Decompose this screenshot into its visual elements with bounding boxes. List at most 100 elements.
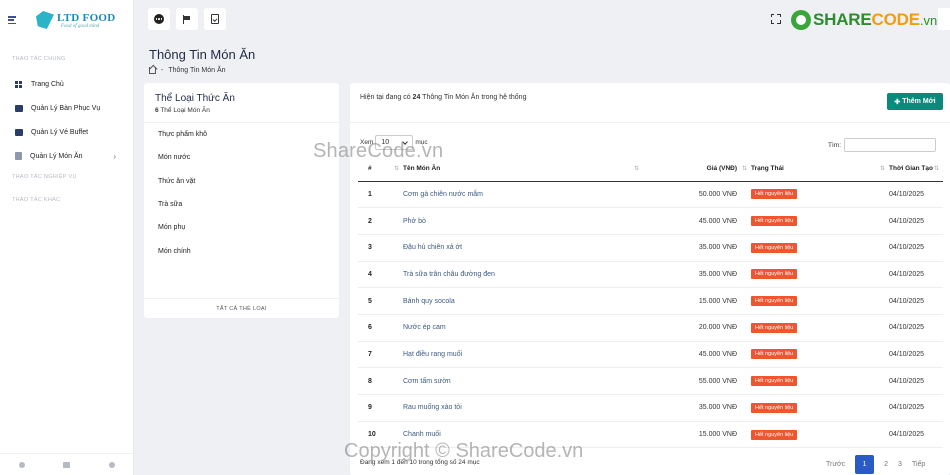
pagination: Trước 1 2 3 Tiếp [821, 455, 930, 474]
cell-name[interactable]: Rau muống xào tỏi [403, 394, 643, 422]
home-icon[interactable] [149, 67, 156, 74]
cell-no: 1 [358, 181, 403, 209]
plus-icon: ✚ [894, 98, 903, 106]
column-status[interactable]: Trạng Thái ⇅ [751, 156, 889, 182]
sidebar-item-tables[interactable]: Quản Lý Bàn Phục Vụ [0, 96, 133, 120]
column-created[interactable]: Thời Gian Tạo ⇅ [889, 156, 943, 182]
watermark-logo: SHARECODE .vn [791, 10, 937, 30]
table-row[interactable]: 3 Đậu hủ chiên xả ớt 35.000 VNĐ Hết nguyên … [358, 234, 943, 262]
cell-no: 8 [358, 367, 403, 395]
sidebar-item-label: Quản Lý Món Ăn [30, 152, 83, 160]
add-dish-button[interactable]: ✚ Thêm Mới [887, 93, 943, 110]
status-badge: Hết nguyên liệu [751, 216, 798, 227]
cell-created: 04/10/2025 [889, 421, 943, 449]
more-button[interactable] [148, 8, 170, 30]
sidebar-section-main: THAO TÁC CHUNG [12, 56, 66, 62]
cell-name[interactable]: Hạt điều rang muối [403, 341, 643, 369]
logo[interactable]: LTD FOOD Food of good mind [36, 11, 116, 29]
logo-tagline: Food of good mind [61, 23, 100, 29]
status-badge: Hết nguyên liệu [751, 242, 798, 253]
dish-count-info: Hiện tại đang có 24 Thông Tin Món Ăn tro… [360, 94, 527, 101]
table-row[interactable]: 7 Hạt điều rang muối 45.000 VNĐ Hết nguyên … [358, 341, 943, 369]
flag-button[interactable] [176, 8, 198, 30]
category-item[interactable]: Trà sữa [144, 193, 339, 216]
table-row[interactable]: 5 Bánh quy socola 15.000 VNĐ Hết nguyên liệ… [358, 287, 943, 315]
watermark-brand-b: CODE [871, 10, 921, 29]
table-row[interactable]: 8 Cơm tấm sườn 55.000 VNĐ Hết nguyên liệu 04… [358, 367, 943, 395]
cell-status: Hết nguyên liệu [751, 287, 889, 315]
cell-price: 35.000 VNĐ [643, 234, 751, 262]
pagination-next[interactable]: Tiếp [912, 461, 925, 468]
pagination-page[interactable]: 2 [884, 461, 888, 468]
topbar: SHARECODE .vn [134, 0, 950, 40]
cell-price: 45.000 VNĐ [643, 207, 751, 235]
fullscreen-icon[interactable] [770, 13, 781, 24]
status-badge: Hết nguyên liệu [751, 296, 798, 307]
status-badge: Hết nguyên liệu [751, 376, 798, 387]
table-icon [15, 104, 23, 112]
cell-no: 3 [358, 234, 403, 262]
pagination-page[interactable]: 3 [898, 461, 902, 468]
cell-no: 2 [358, 207, 403, 235]
pagination-prev[interactable]: Trước [826, 461, 845, 468]
table-header-row: # ⇅ Tên Món Ăn ⇅ Giá (VNĐ) ⇅ Trạng Thái ⇅ Th… [358, 156, 943, 182]
clipboard-button[interactable] [204, 8, 226, 30]
cell-status: Hết nguyên liệu [751, 367, 889, 395]
sort-icon: ⇅ [933, 166, 939, 172]
category-item[interactable]: Món phụ [144, 216, 339, 239]
cell-no: 4 [358, 261, 403, 289]
status-badge: Hết nguyên liệu [751, 429, 798, 440]
settings-icon[interactable] [19, 461, 26, 468]
cell-created: 04/10/2025 [889, 181, 943, 209]
cell-name[interactable]: Nước ép cam [403, 314, 643, 342]
status-badge: Hết nguyên liệu [751, 402, 798, 413]
flag-icon [182, 14, 192, 24]
all-categories-link[interactable]: TẤT CẢ THỂ LOẠI [144, 298, 339, 318]
breadcrumb-separator: - [161, 67, 164, 74]
cell-created: 04/10/2025 [889, 314, 943, 342]
status-badge: Hết nguyên liệu [751, 349, 798, 360]
cell-created: 04/10/2025 [889, 287, 943, 315]
category-header: Thể Loại Thức Ăn 6 Thể Loại Món Ăn [144, 83, 339, 123]
page-title: Thông Tin Món Ăn [149, 47, 256, 62]
cell-name[interactable]: Trà sữa trân châu đường đen [403, 261, 643, 289]
watermark-text: ShareCode.vn [313, 140, 444, 162]
cell-name[interactable]: Cơm tấm sườn [403, 367, 643, 395]
table-row[interactable]: 9 Rau muống xào tỏi 35.000 VNĐ Hết nguyên l… [358, 394, 943, 422]
cell-name[interactable]: Đậu hủ chiên xả ớt [403, 234, 643, 262]
watermark-brand-a: SHARE [813, 10, 872, 29]
category-item[interactable]: Thức ăn vặt [144, 170, 339, 193]
category-item[interactable]: Món chính [144, 239, 339, 262]
category-title: Thể Loại Thức Ăn [155, 93, 235, 104]
breadcrumb: - Thông Tin Món Ăn [149, 67, 226, 74]
table-row[interactable]: 1 Cơm gà chiên nước mắm 50.000 VNĐ Hết nguy… [358, 181, 943, 209]
menu-toggle-icon[interactable] [8, 16, 18, 24]
cell-name[interactable]: Phở bò [403, 207, 643, 235]
cell-name[interactable]: Bánh quy socola [403, 287, 643, 315]
sidebar-item-buffet[interactable]: Quản Lý Vé Buffet [0, 120, 133, 144]
user-button[interactable] [938, 8, 950, 30]
category-item[interactable]: Thực phẩm khô [144, 123, 339, 146]
dish-list-header: Hiện tại đang có 24 Thông Tin Món Ăn tro… [350, 83, 950, 123]
grid-icon [15, 80, 23, 88]
cell-price: 15.000 VNĐ [643, 287, 751, 315]
column-price[interactable]: Giá (VNĐ) ⇅ [643, 156, 751, 182]
sidebar-item-home[interactable]: Trang Chủ [0, 72, 133, 96]
pagination-page[interactable]: 1 [855, 455, 875, 474]
sidebar-item-dishes[interactable]: Quản Lý Món Ăn › [0, 144, 133, 168]
clipboard-check-icon [211, 14, 219, 24]
status-badge: Hết nguyên liệu [751, 322, 798, 333]
category-item[interactable]: Món nước [144, 146, 339, 169]
table-row[interactable]: 4 Trà sữa trân châu đường đen 35.000 VNĐ Hế… [358, 261, 943, 289]
cell-price: 45.000 VNĐ [643, 341, 751, 369]
mail-icon[interactable] [63, 461, 71, 468]
table-row[interactable]: 6 Nước ép cam 20.000 VNĐ Hết nguyên liệu 04/… [358, 314, 943, 342]
search-input[interactable] [844, 138, 936, 152]
sort-icon: ⇅ [741, 166, 747, 172]
cell-price: 20.000 VNĐ [643, 314, 751, 342]
cell-name[interactable]: Cơm gà chiên nước mắm [403, 181, 643, 209]
cell-price: 35.000 VNĐ [643, 394, 751, 422]
table-row[interactable]: 2 Phở bò 45.000 VNĐ Hết nguyên liệu 04/10/20… [358, 207, 943, 235]
dish-table: # ⇅ Tên Món Ăn ⇅ Giá (VNĐ) ⇅ Trạng Thái ⇅ Th… [358, 156, 943, 449]
power-icon[interactable] [108, 461, 115, 468]
